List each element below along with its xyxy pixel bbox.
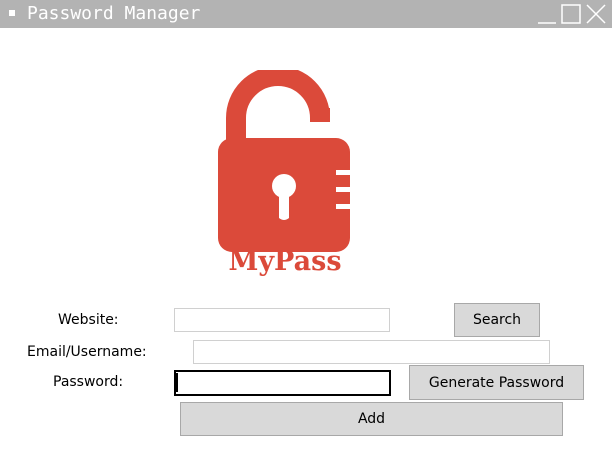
- close-icon[interactable]: [585, 3, 607, 25]
- window-titlebar[interactable]: Password Manager: [0, 0, 612, 28]
- window-menu-icon[interactable]: [9, 10, 15, 16]
- window-title: Password Manager: [27, 3, 201, 24]
- add-button[interactable]: Add: [180, 402, 563, 436]
- email-username-input[interactable]: [193, 340, 550, 364]
- website-input[interactable]: [174, 308, 390, 332]
- password-input[interactable]: [174, 370, 391, 396]
- search-button[interactable]: Search: [454, 303, 540, 337]
- password-label: Password:: [53, 374, 124, 390]
- maximize-icon[interactable]: [560, 3, 582, 25]
- logo-text: MyPass: [228, 246, 341, 277]
- text-cursor: [176, 373, 178, 392]
- mypass-logo: MyPass: [218, 70, 350, 277]
- website-label: Website:: [58, 312, 119, 328]
- generate-password-button[interactable]: Generate Password: [409, 365, 584, 400]
- email-username-label: Email/Username:: [27, 344, 147, 360]
- unlocked-padlock-icon: [218, 70, 350, 252]
- minimize-icon[interactable]: [536, 3, 558, 25]
